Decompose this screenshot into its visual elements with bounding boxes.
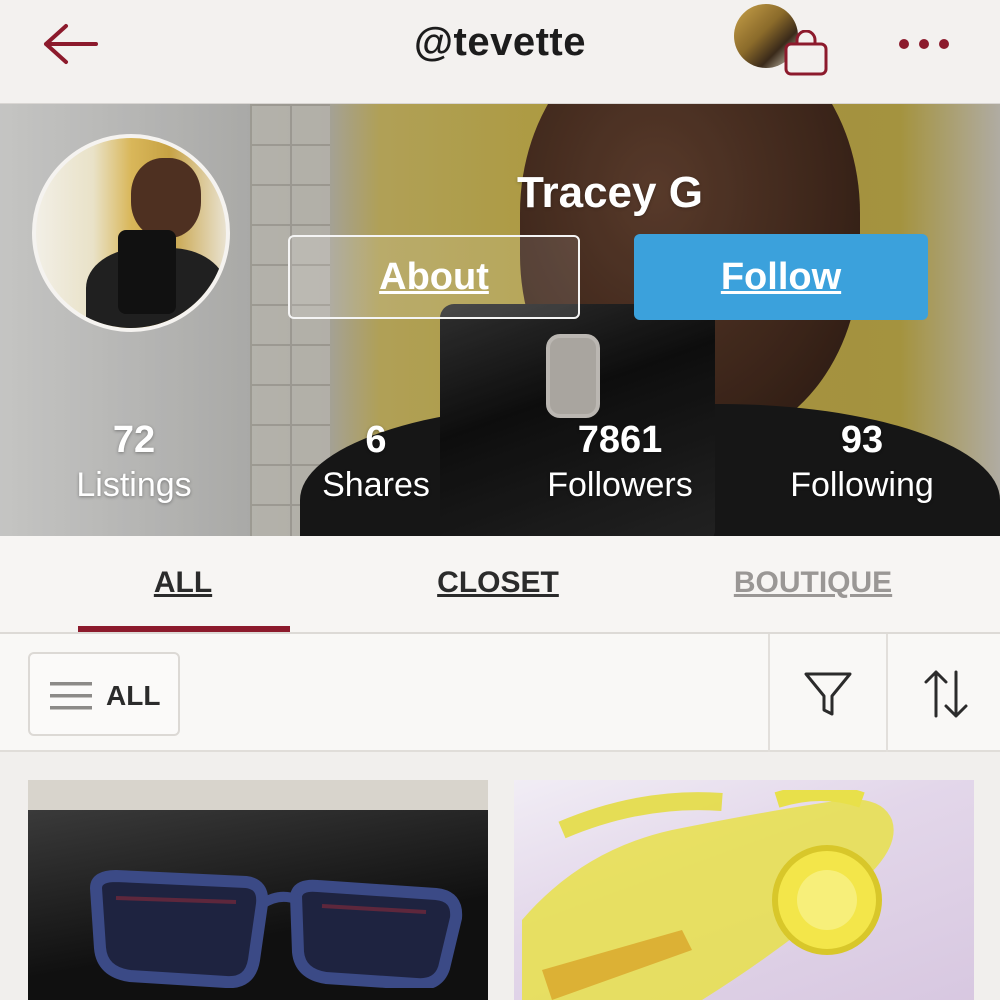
listing-image xyxy=(89,869,463,988)
stat-listings[interactable]: 72 Listings xyxy=(24,418,244,508)
tab-boutique[interactable]: BOUTIQUE xyxy=(700,566,926,600)
stat-label: Following xyxy=(790,466,934,504)
stat-followers[interactable]: 7861 Followers xyxy=(510,418,730,508)
stat-label: Listings xyxy=(76,466,192,504)
tab-closet[interactable]: CLOSET xyxy=(392,566,604,600)
listing-card[interactable] xyxy=(28,780,488,1000)
closet-tabs: ALL CLOSET BOUTIQUE xyxy=(0,536,1000,634)
shopping-bag-icon[interactable] xyxy=(782,30,830,78)
stat-value: 7861 xyxy=(577,419,663,461)
tab-all[interactable]: ALL xyxy=(76,566,290,600)
stat-following[interactable]: 93 Following xyxy=(752,418,972,508)
stat-shares[interactable]: 6 Shares xyxy=(266,418,486,508)
category-label: ALL xyxy=(106,680,161,711)
listing-image xyxy=(522,790,894,1000)
sort-arrows-icon[interactable] xyxy=(920,668,972,720)
stat-label: Followers xyxy=(547,466,693,504)
about-button[interactable]: About xyxy=(288,235,580,319)
profile-name: Tracey G xyxy=(517,168,703,217)
top-bar: @tevette xyxy=(0,0,1000,104)
follow-button[interactable]: Follow xyxy=(634,234,928,320)
profile-avatar[interactable] xyxy=(32,134,230,332)
stat-value: 72 xyxy=(112,419,156,461)
menu-icon xyxy=(50,682,92,710)
filter-bar: ALL xyxy=(0,634,1000,752)
listings-grid xyxy=(0,752,1000,1000)
profile-handle: @tevette xyxy=(414,20,586,64)
stat-value: 93 xyxy=(840,419,884,461)
listing-card[interactable] xyxy=(514,780,974,1000)
more-dots-icon[interactable] xyxy=(894,28,954,60)
stat-value: 6 xyxy=(365,419,387,461)
stat-label: Shares xyxy=(322,466,430,504)
active-tab-indicator xyxy=(78,626,290,632)
category-dropdown[interactable]: ALL xyxy=(28,652,180,736)
funnel-icon[interactable] xyxy=(802,668,854,720)
